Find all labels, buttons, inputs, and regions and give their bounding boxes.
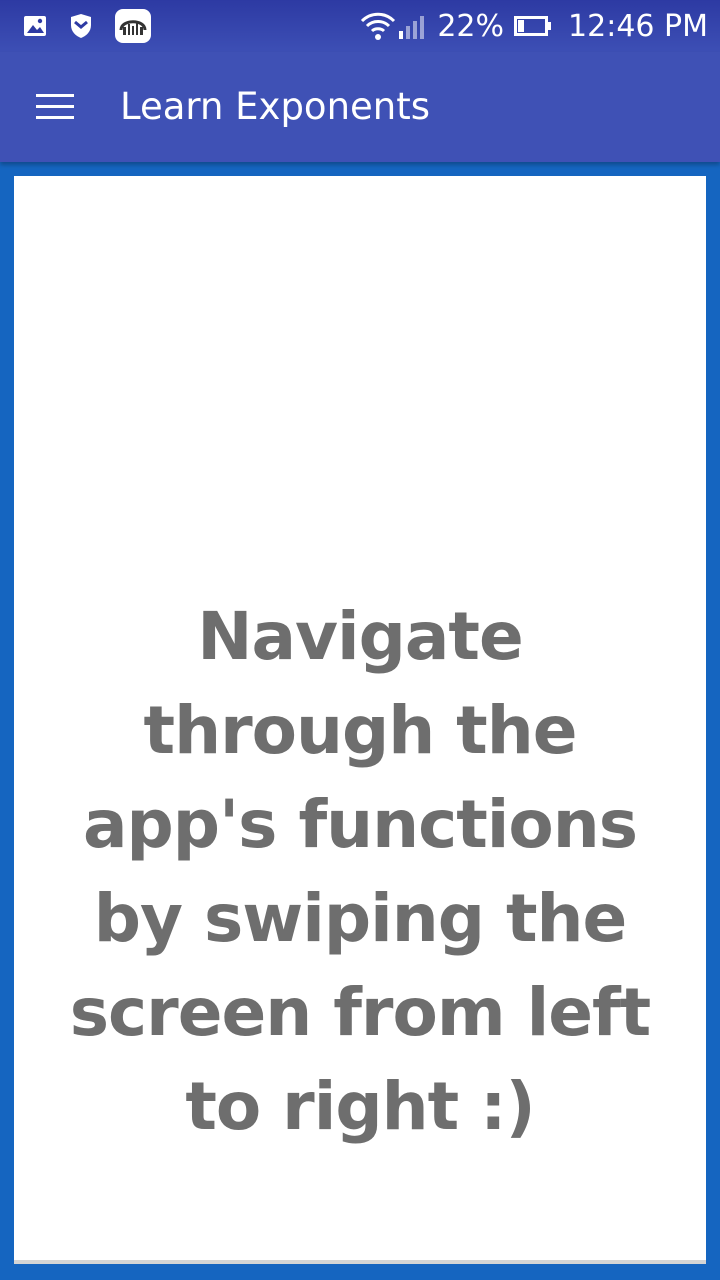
wifi-icon (359, 10, 397, 42)
audio-app-icon (114, 8, 152, 44)
system-status: 22% 12:46 PM (359, 0, 708, 52)
swipe-card[interactable]: Navigate through the app's functions by … (14, 176, 706, 1264)
clock: 12:46 PM (568, 8, 708, 44)
status-bar: 22% 12:46 PM (0, 0, 720, 52)
hamburger-menu-icon[interactable] (30, 84, 80, 130)
notification-icons (22, 8, 172, 44)
instruction-text: Navigate through the app's functions by … (14, 590, 706, 1154)
app-title: Learn Exponents (120, 85, 431, 128)
instruction-line: screen from left (69, 974, 651, 1051)
signal-icon (397, 11, 431, 41)
battery-percent: 22% (437, 8, 505, 44)
shield-icon (68, 12, 94, 40)
instruction-line: by swiping the (93, 880, 628, 957)
gallery-icon (22, 13, 48, 39)
app-bar: Learn Exponents (0, 52, 720, 162)
instruction-line: Navigate (197, 598, 524, 675)
battery-icon (514, 15, 552, 37)
instruction-line: to right :) (185, 1068, 535, 1145)
instruction-line: through the (143, 692, 578, 769)
instruction-line: app's functions (82, 786, 638, 863)
